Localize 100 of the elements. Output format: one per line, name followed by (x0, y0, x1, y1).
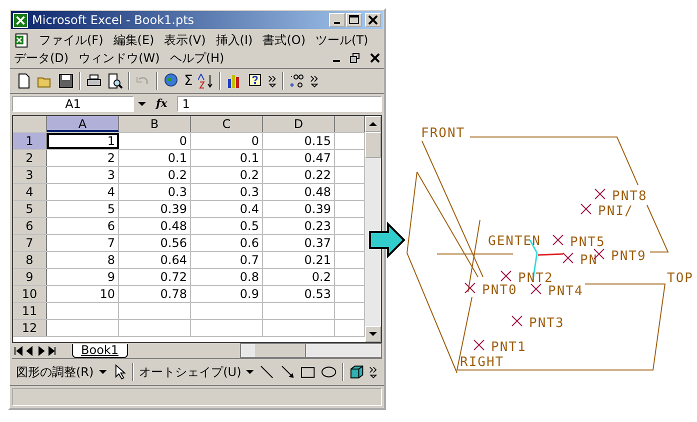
table-cell: 0.4 (191, 201, 263, 217)
plane-label: RIGHT (460, 355, 504, 370)
table-cell: 8 (47, 252, 119, 268)
point-label: PN (580, 253, 598, 268)
vertical-scrollbar[interactable] (365, 116, 381, 342)
close-button[interactable] (365, 13, 381, 27)
point-marker (594, 188, 606, 200)
table-cell: 0.64 (119, 252, 191, 268)
restore-icon[interactable] (350, 53, 360, 63)
workbook-icon[interactable] (14, 32, 29, 48)
line-icon[interactable] (259, 364, 275, 380)
maximize-icon (349, 15, 359, 25)
row-header[interactable]: 11 (13, 303, 47, 319)
row-header[interactable]: 10 (13, 286, 47, 302)
point-label: PNT8 (612, 189, 648, 204)
help-icon[interactable] (246, 73, 263, 89)
row-header[interactable]: 4 (13, 184, 47, 200)
column-header[interactable]: A (47, 116, 119, 132)
table-cell: 0.37 (263, 235, 335, 251)
row-header[interactable]: 6 (13, 218, 47, 234)
table-cell: 2 (47, 150, 119, 166)
table-cell: 0.47 (263, 150, 335, 166)
minimize-icon (334, 22, 340, 24)
table-cell: 0.39 (263, 201, 335, 217)
cube-icon[interactable] (348, 364, 364, 380)
table-cell: 0.8 (191, 269, 263, 285)
menu-item[interactable]: 表示(V) (164, 32, 206, 48)
table-cell: 0.2 (119, 167, 191, 183)
function-label[interactable]: fx (150, 97, 174, 110)
menu-item[interactable]: ツール(T) (316, 32, 368, 48)
print-preview-icon[interactable] (107, 73, 123, 89)
maximize-button[interactable] (346, 13, 362, 27)
row-header[interactable]: 1 (13, 133, 47, 149)
table-cell: 0.1 (119, 150, 191, 166)
select-all-button[interactable] (13, 116, 47, 132)
column-header[interactable]: D (263, 116, 335, 132)
row-header[interactable]: 9 (13, 269, 47, 285)
table-cell: 0 (119, 133, 191, 149)
close-icon[interactable] (370, 53, 380, 63)
more-chevron-icon[interactable] (369, 364, 378, 380)
draw-menu[interactable]: 図形の調整(R) (16, 364, 94, 380)
scrollbar-thumb[interactable] (365, 132, 381, 158)
point-marker (530, 284, 542, 294)
menu-item[interactable]: データ(D) (14, 50, 69, 66)
point-label: PNT0 (482, 283, 518, 298)
more-chevron-icon[interactable] (268, 74, 277, 88)
rectangle-icon[interactable] (300, 364, 316, 380)
plane-label: FRONT (421, 126, 466, 141)
point-label: PNT3 (529, 316, 564, 331)
dropdown-arrow-icon[interactable] (138, 102, 146, 106)
scroll-up-icon[interactable] (365, 116, 381, 132)
table-cell: 0.39 (119, 201, 191, 217)
point-label: PNT9 (611, 249, 646, 264)
table-cell: 0.78 (119, 286, 191, 302)
arrow-icon[interactable] (280, 364, 296, 380)
table-cell: 0.3 (191, 184, 263, 200)
menu-item[interactable]: 編集(E) (113, 32, 154, 48)
horizontal-scrollbar[interactable] (240, 343, 382, 358)
row-header[interactable]: 5 (13, 201, 47, 217)
new-document-icon[interactable] (16, 73, 32, 89)
row-header[interactable]: 8 (13, 252, 47, 268)
point-marker (474, 340, 484, 350)
bar-chart-icon[interactable] (226, 73, 242, 89)
menu-item[interactable]: ウィンドウ(W) (78, 50, 160, 66)
autoshape-menu[interactable]: オートシェイプ(U) (139, 364, 242, 380)
menu-item[interactable]: ファイル(F) (39, 32, 104, 48)
row-header[interactable]: 3 (13, 167, 47, 183)
minimize-button[interactable] (329, 13, 345, 27)
ellipse-icon[interactable] (320, 364, 337, 380)
row-header[interactable]: 7 (13, 235, 47, 251)
row-header[interactable]: 2 (13, 150, 47, 166)
table-cell: 6 (47, 218, 119, 234)
globe-icon[interactable] (163, 73, 179, 89)
dropdown-arrow-icon[interactable] (246, 370, 254, 374)
table-cell: 0.3 (119, 184, 191, 200)
sheet-tab[interactable]: Book1 (72, 344, 128, 358)
column-header[interactable]: B (119, 116, 191, 132)
printer-icon[interactable] (86, 73, 102, 89)
point-marker (580, 204, 592, 214)
menu-item[interactable]: ヘルプ(H) (170, 50, 224, 66)
menu-item[interactable]: 挿入(I) (216, 32, 253, 48)
table-cell: 0.56 (119, 235, 191, 251)
column-header[interactable]: C (191, 116, 263, 132)
decimal-icon[interactable] (288, 73, 305, 89)
formula-field[interactable]: 1 (177, 96, 382, 112)
point-label: PNI/ (598, 204, 634, 219)
menu-item[interactable]: 書式(O) (262, 32, 306, 48)
table-cell: 5 (47, 201, 119, 217)
table-cell: 0.15 (263, 133, 335, 149)
close-icon (368, 15, 378, 25)
sum-button[interactable]: Σ (184, 73, 193, 89)
table-cell: 0.7 (191, 252, 263, 268)
sort-ascending-icon[interactable] (198, 73, 214, 89)
dropdown-arrow-icon[interactable] (98, 370, 107, 374)
row-header[interactable]: 12 (13, 320, 47, 336)
scroll-down-icon[interactable] (365, 326, 381, 342)
table-cell: 1 (47, 133, 119, 149)
more-chevron-icon[interactable] (310, 74, 319, 88)
name-box[interactable]: A1 (12, 96, 134, 112)
origin-label: GENTEN (488, 234, 541, 249)
